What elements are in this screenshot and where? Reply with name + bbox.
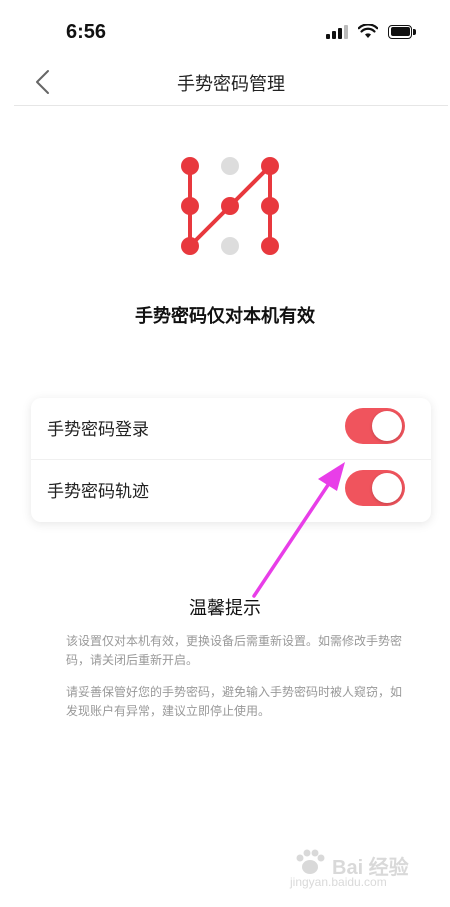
signal-icon [326, 24, 348, 39]
tips-title: 温馨提示 [189, 598, 261, 619]
status-icons [326, 24, 416, 39]
page-title: 手势密码管理 [177, 74, 285, 95]
setting-row-login: 手势密码登录 [31, 398, 431, 460]
toggle-gesture-login[interactable] [345, 408, 405, 444]
setting-label-trace: 手势密码轨迹 [47, 482, 149, 502]
gesture-pattern-icon [181, 157, 279, 255]
wifi-icon [358, 24, 378, 38]
tips-paragraph: 请妥善保管好您的手势密码，避免输入手势密码时被人窥窃，如发现账户有异常，建议立即… [66, 685, 403, 718]
watermark-url: jingyan.baidu.com [290, 875, 387, 889]
pattern-subtitle: 手势密码仅对本机有效 [135, 306, 315, 327]
toggle-knob [372, 411, 402, 441]
setting-label-login: 手势密码登录 [47, 420, 149, 440]
watermark: Bai 经验 jingyan.baidu.com [286, 847, 426, 893]
status-time: 6:56 [66, 21, 107, 43]
setting-row-trace: 手势密码轨迹 [31, 460, 431, 522]
status-bar: 6:56 [0, 0, 450, 60]
nav-bar: 手势密码管理 [14, 60, 448, 106]
toggle-knob [372, 473, 402, 503]
battery-icon [388, 24, 416, 39]
settings-card: 手势密码登录 手势密码轨迹 [31, 398, 431, 522]
paw-icon [296, 849, 325, 874]
toggle-gesture-trace[interactable] [345, 470, 405, 506]
tips-paragraph: 该设置仅对本机有效，更换设备后需重新设置。如需修改手势密码，请关闭后重新开启。 [66, 634, 403, 667]
